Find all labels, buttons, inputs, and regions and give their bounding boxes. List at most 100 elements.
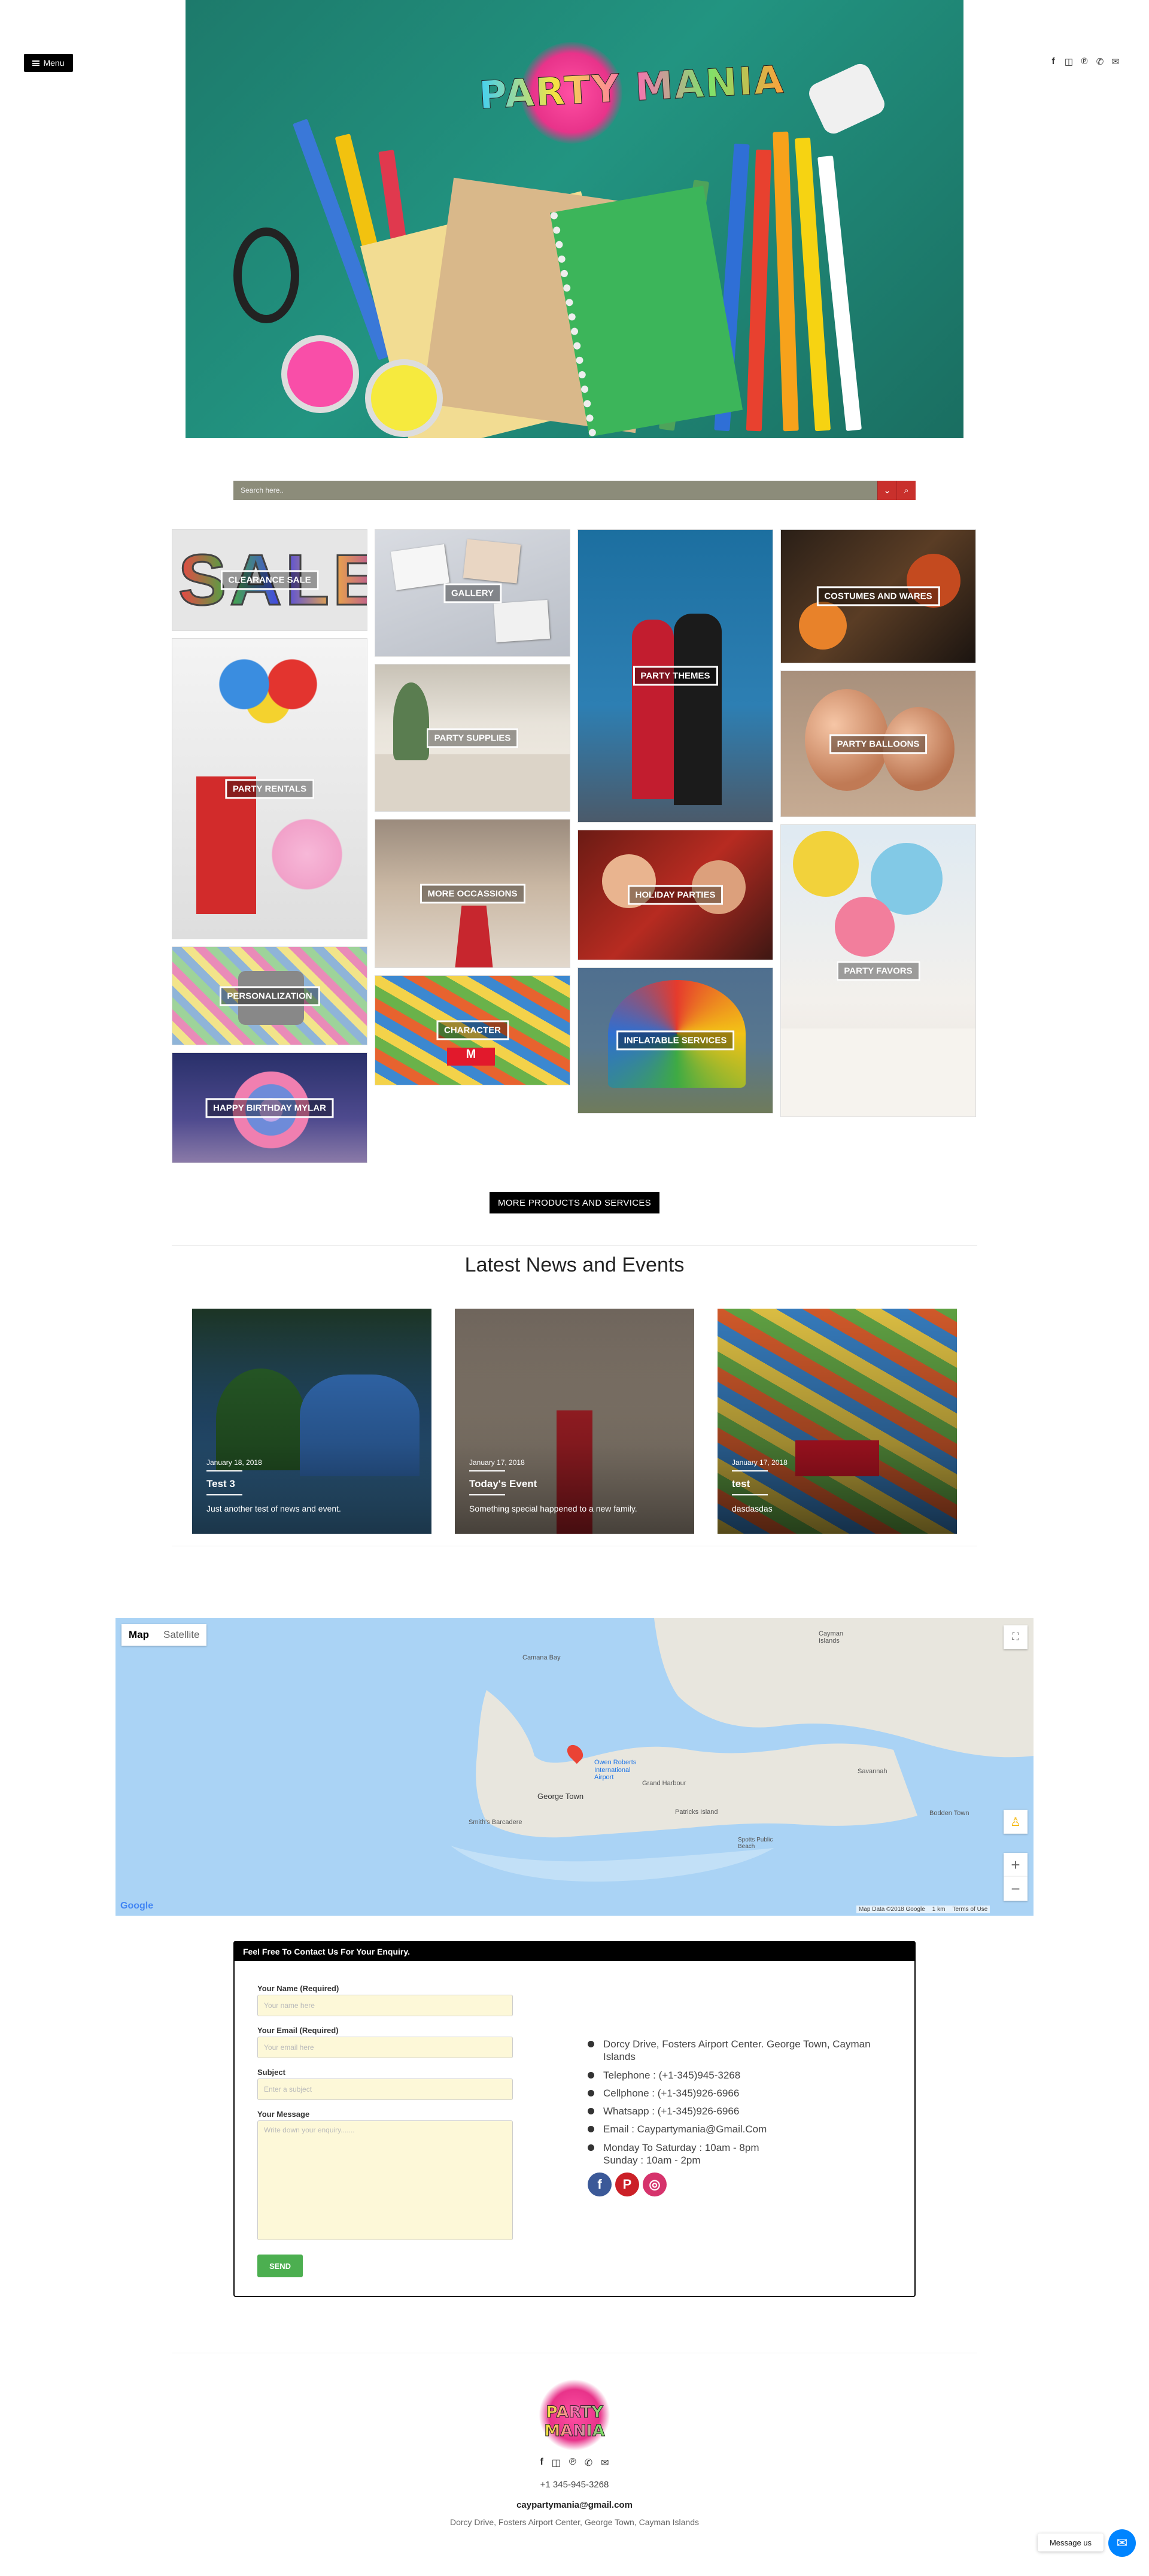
pinterest-icon[interactable]: ℗	[1080, 56, 1089, 67]
tile-character[interactable]: M CHARACTER	[375, 975, 570, 1085]
google-logo: Google	[120, 1901, 154, 1911]
map-label: Spotts Public Beach	[738, 1837, 773, 1850]
news-card[interactable]: January 18, 2018 Test 3 Just another tes…	[192, 1309, 431, 1534]
facebook-icon[interactable]: f	[540, 2457, 543, 2469]
news-description: dasdasdas	[732, 1504, 773, 1513]
more-products-button[interactable]: MORE PRODUCTS AND SERVICES	[490, 1192, 659, 1213]
messenger-label[interactable]: Message us	[1038, 2533, 1104, 2551]
tile-label: PARTY FAVORS	[836, 960, 920, 981]
instagram-icon[interactable]: ◫	[552, 2457, 561, 2469]
envelope-icon[interactable]: ✉	[1111, 56, 1120, 67]
footer-address: Dorcy Drive, Fosters Airport Center, Geo…	[449, 2517, 699, 2527]
map-label: George Town	[537, 1792, 584, 1801]
tile-label: COSTUMES AND WARES	[816, 586, 940, 606]
search-input[interactable]	[233, 481, 877, 500]
news-title[interactable]: test	[732, 1478, 750, 1490]
map-type-tabs: Map Satellite	[121, 1624, 207, 1646]
subject-label: Subject	[257, 2068, 285, 2077]
hours-item: Monday To Saturday : 10am - 8pm Sunday : …	[588, 2141, 899, 2167]
footer-logo[interactable]: PARTY MANIA	[515, 2367, 634, 2456]
contact-info-list: Dorcy Drive, Fosters Airport Center. Geo…	[588, 2038, 899, 2172]
tile-happy-birthday-mylar[interactable]: HAPPY BIRTHDAY MYLAR	[172, 1052, 367, 1163]
tile-party-balloons[interactable]: PARTY BALLOONS	[780, 670, 976, 817]
tile-label: PARTY BALLOONS	[829, 733, 928, 754]
menu-button[interactable]: Menu	[24, 54, 73, 72]
map-label: Patricks Island	[675, 1809, 718, 1816]
zoom-out-button[interactable]: −	[1004, 1877, 1028, 1901]
map-attribution: Map Data ©2018 Google 1 km Terms of Use	[856, 1906, 990, 1913]
fullscreen-button[interactable]: ⛶	[1004, 1625, 1028, 1649]
message-label: Your Message	[257, 2110, 310, 2119]
map-tab[interactable]: Map	[121, 1624, 156, 1646]
hero-banner: PARTY MANIA	[186, 0, 963, 438]
map-land	[451, 1618, 1034, 1882]
news-card[interactable]: January 17, 2018 test dasdasdas	[718, 1309, 957, 1534]
tile-personalization[interactable]: PERSONALIZATION	[172, 946, 367, 1045]
tile-inflatable-services[interactable]: INFLATABLE SERVICES	[577, 967, 773, 1113]
divider	[172, 1245, 977, 1246]
tile-gallery[interactable]: GALLERY	[375, 529, 570, 657]
menu-label: Menu	[43, 58, 65, 68]
pinterest-icon[interactable]: P	[615, 2173, 639, 2196]
facebook-icon[interactable]: f	[588, 2173, 612, 2196]
email-input[interactable]	[257, 2037, 513, 2058]
subject-input[interactable]	[257, 2079, 513, 2100]
tile-party-rentals[interactable]: PARTY RENTALS	[172, 638, 367, 939]
tile-clearance-sale[interactable]: SALE CLEARANCE SALE	[172, 529, 367, 631]
tile-label: PERSONALIZATION	[219, 985, 320, 1006]
cellphone-item: Cellphone : (+1-345)926-6966	[588, 2087, 899, 2099]
tile-party-themes[interactable]: PARTY THEMES	[577, 529, 773, 823]
instagram-icon[interactable]: ◎	[643, 2173, 667, 2196]
search-dropdown-button[interactable]: ⌄	[877, 481, 896, 500]
tile-party-supplies[interactable]: PARTY SUPPLIES	[375, 664, 570, 812]
tile-label: MORE OCCASSIONS	[420, 883, 525, 904]
send-button[interactable]: SEND	[257, 2255, 303, 2277]
instagram-icon[interactable]: ◫	[1064, 56, 1074, 67]
contact-heading: Feel Free To Contact Us For Your Enquiry…	[235, 1942, 914, 1961]
tile-costumes-and-wares[interactable]: COSTUMES AND WARES	[780, 529, 976, 663]
header-social-links: f ◫ ℗ ✆ ✉	[1048, 56, 1120, 67]
news-date: January 17, 2018	[732, 1458, 788, 1467]
pinterest-icon[interactable]: ℗	[569, 2457, 576, 2469]
envelope-icon[interactable]: ✉	[601, 2457, 609, 2469]
address-item: Dorcy Drive, Fosters Airport Center. Geo…	[588, 2038, 899, 2064]
tile-party-favors[interactable]: PARTY FAVORS	[780, 824, 976, 1117]
news-card[interactable]: January 17, 2018 Today's Event Something…	[455, 1309, 694, 1534]
tile-more-occassions[interactable]: MORE OCCASSIONS	[375, 819, 570, 968]
map-label: Cayman Islands	[819, 1630, 843, 1644]
name-input[interactable]	[257, 1995, 513, 2016]
map-label: Bodden Town	[929, 1810, 969, 1817]
facebook-icon[interactable]: f	[1048, 56, 1058, 67]
zoom-in-button[interactable]: +	[1004, 1853, 1028, 1877]
map-label: Smith's Barcadere	[469, 1819, 522, 1826]
tile-label: CLEARANCE SALE	[220, 570, 319, 590]
messenger-icon[interactable]: ✉	[1108, 2529, 1136, 2557]
satellite-tab[interactable]: Satellite	[156, 1624, 206, 1646]
message-textarea[interactable]	[257, 2120, 513, 2240]
hero-logo: PARTY MANIA	[478, 57, 786, 119]
map-label: Savannah	[858, 1768, 887, 1775]
footer-email[interactable]: caypartymania@gmail.com	[0, 2500, 1149, 2510]
map-label: Grand Harbour	[642, 1780, 686, 1787]
phone-icon[interactable]: ✆	[585, 2457, 592, 2469]
news-title[interactable]: Test 3	[206, 1478, 235, 1490]
news-date: January 17, 2018	[469, 1458, 525, 1467]
tile-label: INFLATABLE SERVICES	[616, 1030, 735, 1051]
tile-label: GALLERY	[443, 582, 502, 603]
tile-label: PARTY SUPPLIES	[426, 727, 519, 748]
news-description: Something special happened to a new fami…	[469, 1504, 637, 1513]
whatsapp-item: Whatsapp : (+1-345)926-6966	[588, 2105, 899, 2117]
street-view-pegman[interactable]: ♙	[1004, 1810, 1028, 1834]
tile-holiday-parties[interactable]: HOLIDAY PARTIES	[577, 830, 773, 960]
map-label: Camana Bay	[522, 1654, 561, 1661]
google-map[interactable]: Map Satellite ⛶ ♙ + − George Town Owen R…	[115, 1618, 1034, 1916]
search-submit-button[interactable]: ⌕	[896, 481, 916, 500]
telephone-item: Telephone : (+1-345)945-3268	[588, 2069, 899, 2082]
tile-label: HAPPY BIRTHDAY MYLAR	[205, 1097, 334, 1118]
news-title[interactable]: Today's Event	[469, 1478, 537, 1490]
phone-icon[interactable]: ✆	[1095, 56, 1105, 67]
footer-phone[interactable]: +1 345-945-3268	[0, 2480, 1149, 2490]
tile-label: PARTY RENTALS	[224, 778, 315, 799]
name-label: Your Name (Required)	[257, 1984, 339, 1993]
news-section-title: Latest News and Events	[464, 1254, 685, 1276]
